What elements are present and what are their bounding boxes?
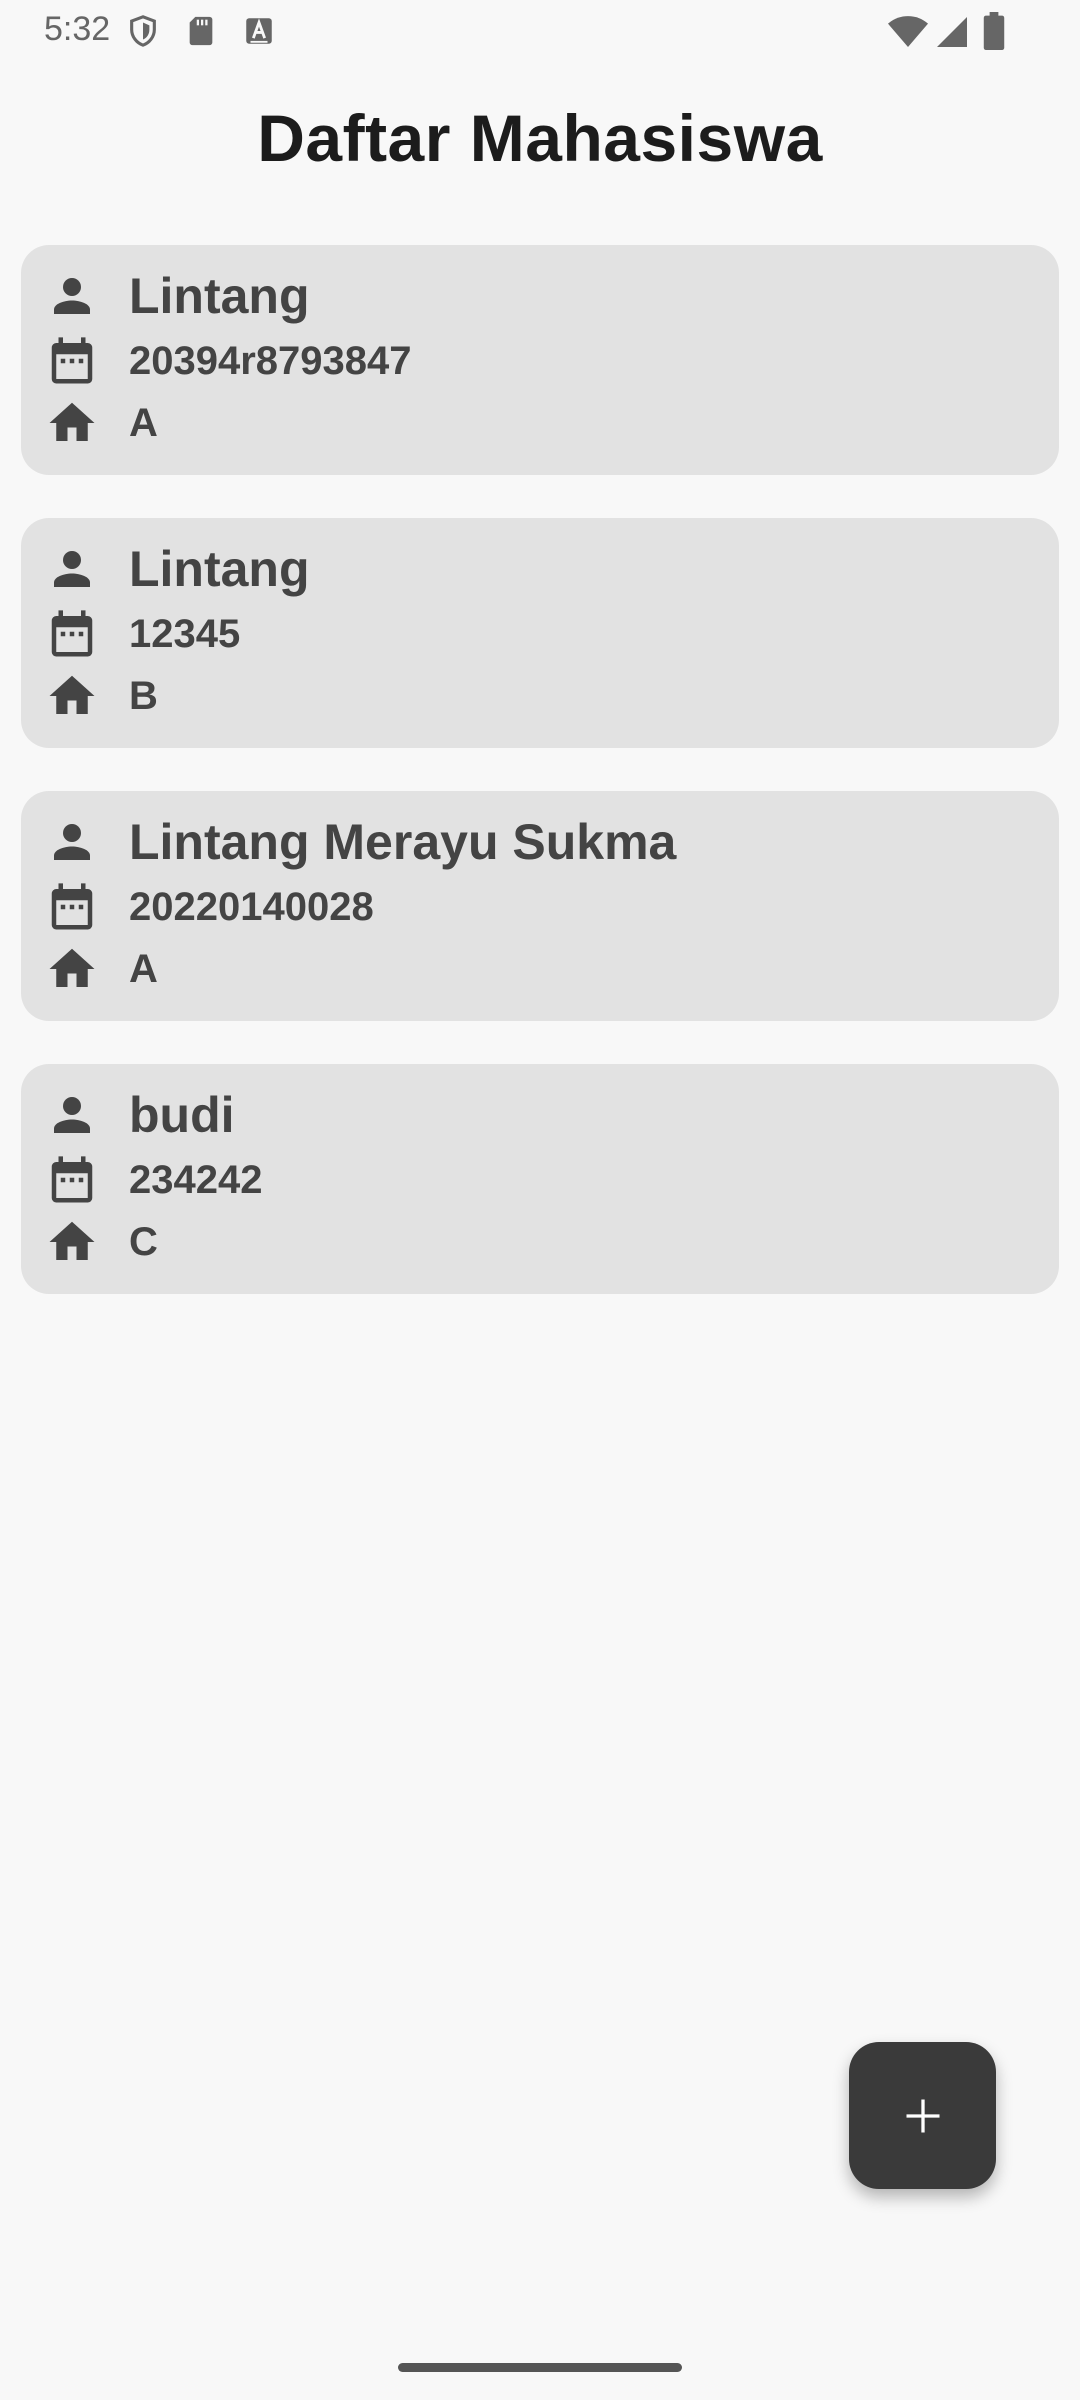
add-student-button[interactable]: [849, 2042, 996, 2189]
person-icon: [54, 1097, 90, 1133]
home-icon: [49, 675, 95, 714]
home-icon: [49, 1221, 95, 1260]
wifi-icon: [888, 16, 928, 47]
student-class-row: A: [45, 939, 158, 999]
plus-icon: [906, 2099, 939, 2132]
home-indicator[interactable]: [398, 2363, 682, 2372]
student-class: A: [129, 946, 158, 991]
calendar-icon: [51, 1156, 93, 1203]
student-name: budi: [129, 1087, 235, 1143]
student-nim: 20220140028: [129, 884, 374, 929]
student-name: Lintang: [129, 268, 310, 324]
student-class: B: [129, 673, 158, 718]
person-icon: [54, 824, 90, 860]
student-nim: 234242: [129, 1157, 263, 1202]
student-name: Lintang Merayu Sukma: [129, 814, 677, 870]
home-icon: [49, 402, 95, 441]
student-nim-row: 234242: [45, 1150, 262, 1210]
student-class: C: [129, 1219, 158, 1264]
calendar-icon: [51, 883, 93, 930]
sd-card-icon: [189, 16, 213, 46]
page-title: Daftar Mahasiswa: [257, 101, 823, 175]
person-icon: [54, 551, 90, 587]
student-card[interactable]: budi 234242 C: [21, 1064, 1059, 1294]
student-card[interactable]: Lintang Merayu Sukma 20220140028 A: [21, 791, 1059, 1021]
student-nim: 20394r8793847: [129, 338, 412, 383]
student-list: Lintang 20394r8793847 A Lintang 12345 B …: [21, 245, 1059, 1337]
person-icon: [54, 278, 90, 314]
shield-icon: [130, 15, 156, 47]
student-name: Lintang: [129, 541, 310, 597]
student-class-row: B: [45, 666, 158, 726]
student-card[interactable]: Lintang 20394r8793847 A: [21, 245, 1059, 475]
student-name-row: budi: [45, 1085, 235, 1145]
student-class-row: C: [45, 1212, 158, 1272]
signal-icon: [937, 17, 967, 47]
student-name-row: Lintang Merayu Sukma: [45, 812, 676, 872]
student-nim: 12345: [129, 611, 241, 656]
battery-icon: [983, 12, 1005, 50]
a-box-icon: [246, 18, 272, 44]
student-nim-row: 20220140028: [45, 877, 374, 937]
status-bar: 5:32: [0, 0, 1080, 62]
student-class: A: [129, 400, 158, 445]
home-icon: [49, 948, 95, 987]
student-nim-row: 20394r8793847: [45, 331, 412, 391]
student-nim-row: 12345: [45, 604, 240, 664]
student-name-row: Lintang: [45, 266, 310, 326]
calendar-icon: [51, 337, 93, 384]
student-card[interactable]: Lintang 12345 B: [21, 518, 1059, 748]
status-time: 5:32: [44, 10, 111, 48]
student-name-row: Lintang: [45, 539, 310, 599]
student-class-row: A: [45, 393, 158, 453]
calendar-icon: [51, 610, 93, 657]
